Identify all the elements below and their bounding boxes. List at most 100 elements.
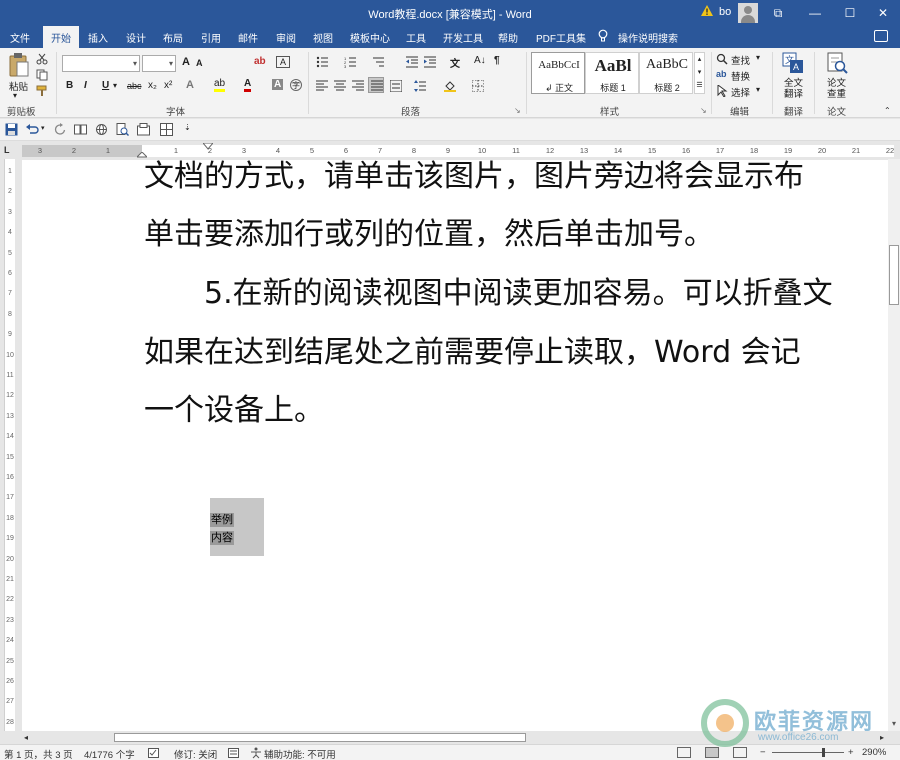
comment-icon[interactable] bbox=[874, 30, 888, 42]
tab-references[interactable]: 引用 bbox=[201, 30, 221, 45]
track-changes-status[interactable]: 修订: 关闭 bbox=[174, 747, 217, 760]
zoom-slider-thumb[interactable] bbox=[822, 748, 825, 757]
multilevel-list-icon[interactable] bbox=[372, 56, 384, 68]
collapse-ribbon-icon[interactable]: ⌃ bbox=[884, 106, 891, 115]
horizontal-scroll-thumb[interactable] bbox=[114, 733, 526, 742]
print-preview-icon[interactable] bbox=[116, 123, 129, 136]
font-size-combo[interactable]: ▾ bbox=[142, 55, 176, 72]
bullets-icon[interactable] bbox=[316, 56, 328, 68]
style-heading-2[interactable]: AaBbC 标题 2 bbox=[639, 52, 693, 94]
italic-button[interactable]: I bbox=[84, 80, 87, 91]
text-box[interactable]: 举例 内容 bbox=[210, 498, 264, 556]
chinese-layout-icon[interactable]: 文 bbox=[450, 55, 460, 70]
close-button[interactable]: ✕ bbox=[868, 0, 898, 26]
zoom-out-button[interactable]: − bbox=[760, 747, 766, 758]
document-line[interactable]: 单击要添加行或列的位置，然后单击加号。 bbox=[144, 217, 714, 253]
document-tools-icon[interactable] bbox=[137, 123, 150, 136]
two-pages-icon[interactable] bbox=[74, 123, 87, 136]
tab-file[interactable]: 文件 bbox=[10, 30, 30, 45]
style-normal[interactable]: AaBbCcI ↲ 正文 bbox=[531, 52, 585, 94]
align-left-icon[interactable] bbox=[316, 80, 328, 92]
document-line[interactable]: 文档的方式，请单击该图片，图片旁边将会显示布 bbox=[144, 160, 804, 195]
tab-mailings[interactable]: 邮件 bbox=[238, 30, 258, 45]
accessibility-status[interactable]: 辅助功能: 不可用 bbox=[264, 747, 336, 760]
format-painter-icon[interactable] bbox=[36, 85, 48, 97]
tab-home[interactable]: 开始 bbox=[43, 26, 79, 48]
document-line[interactable]: 5.在新的阅读视图中阅读更加容易。可以折叠文 bbox=[144, 276, 833, 312]
accessibility-icon[interactable] bbox=[250, 747, 262, 759]
tab-view[interactable]: 视图 bbox=[313, 30, 333, 45]
draw-table-icon[interactable] bbox=[160, 123, 173, 136]
text-box-line[interactable]: 内容 bbox=[210, 531, 234, 545]
vertical-scrollbar[interactable]: ▾ bbox=[888, 159, 900, 731]
tab-pdf-tools[interactable]: PDF工具集 bbox=[536, 30, 586, 45]
tab-insert[interactable]: 插入 bbox=[88, 30, 108, 45]
grow-font-button[interactable]: A bbox=[182, 56, 190, 68]
justify-button[interactable] bbox=[368, 77, 384, 93]
align-center-icon[interactable] bbox=[334, 80, 346, 92]
replace-icon[interactable]: ab bbox=[716, 69, 727, 79]
dialog-launcher-icon[interactable]: ↘ bbox=[700, 106, 707, 115]
styles-gallery-scroll[interactable]: ▴ ▾ ☰ bbox=[694, 52, 705, 94]
input-mode-icon[interactable] bbox=[228, 748, 239, 758]
avatar[interactable] bbox=[738, 3, 758, 23]
paper-check-icon[interactable] bbox=[826, 52, 848, 74]
show-formatting-marks-icon[interactable]: ¶ bbox=[494, 55, 500, 66]
underline-button[interactable]: U bbox=[102, 80, 109, 91]
web-layout-view-icon[interactable] bbox=[733, 747, 747, 758]
find-dropdown-chevron-icon[interactable]: ▾ bbox=[756, 53, 760, 62]
copy-icon[interactable] bbox=[36, 69, 48, 81]
customize-toolbar-chevron-icon[interactable]: ⇣ bbox=[184, 123, 191, 132]
dialog-launcher-icon[interactable]: ↘ bbox=[514, 106, 521, 115]
read-mode-view-icon[interactable] bbox=[677, 747, 691, 758]
proofing-icon[interactable] bbox=[148, 748, 159, 758]
bold-button[interactable]: B bbox=[66, 80, 73, 91]
superscript-button[interactable]: x² bbox=[164, 80, 172, 91]
tab-tools[interactable]: 工具 bbox=[406, 30, 426, 45]
horizontal-ruler[interactable]: L 3 2 1 1 2 3 4 5 6 7 8 9 10 11 12 13 14 15 16 17 18 19 20 21 22 bbox=[0, 142, 900, 159]
tab-help[interactable]: 帮助 bbox=[498, 30, 518, 45]
distributed-icon[interactable] bbox=[390, 80, 402, 92]
increase-indent-icon[interactable] bbox=[424, 56, 436, 68]
character-shading-button[interactable]: A bbox=[272, 79, 284, 90]
font-color-button[interactable]: A bbox=[244, 78, 252, 92]
cut-icon[interactable] bbox=[36, 53, 48, 65]
sort-icon[interactable]: A↓ bbox=[474, 55, 486, 66]
style-heading-1[interactable]: AaBl 标题 1 bbox=[585, 52, 639, 94]
translate-icon[interactable]: 文A bbox=[782, 52, 804, 74]
borders-icon[interactable] bbox=[472, 80, 484, 92]
paste-dropdown-chevron-icon[interactable]: ▾ bbox=[13, 91, 17, 100]
clear-formatting-button[interactable]: ab bbox=[254, 56, 266, 67]
warning-icon[interactable] bbox=[701, 5, 713, 17]
undo-dropdown-chevron-icon[interactable]: ▾ bbox=[41, 124, 45, 132]
web-layout-icon[interactable] bbox=[95, 123, 108, 136]
chevron-down-icon[interactable]: ▾ bbox=[169, 59, 173, 68]
undo-icon[interactable] bbox=[26, 123, 39, 136]
scroll-left-arrow-icon[interactable]: ◂ bbox=[20, 731, 32, 744]
print-layout-view-icon[interactable] bbox=[705, 747, 719, 758]
select-cursor-icon[interactable] bbox=[716, 85, 728, 97]
subscript-button[interactable]: x₂ bbox=[148, 80, 157, 91]
vertical-scroll-thumb[interactable] bbox=[889, 245, 899, 305]
tab-layout[interactable]: 布局 bbox=[163, 30, 183, 45]
document-line[interactable]: 如果在达到结尾处之前需要停止读取，Word 会记 bbox=[144, 335, 801, 371]
align-right-icon[interactable] bbox=[352, 80, 364, 92]
redo-icon[interactable] bbox=[54, 123, 67, 136]
tab-template-center[interactable]: 模板中心 bbox=[350, 30, 390, 45]
paper-check-button[interactable]: 论文 查重 bbox=[827, 78, 846, 100]
maximize-button[interactable]: ☐ bbox=[835, 0, 865, 26]
text-box-line[interactable]: 举例 bbox=[210, 513, 234, 527]
save-icon[interactable] bbox=[5, 123, 18, 136]
select-button[interactable]: 选择 bbox=[731, 85, 750, 99]
text-effects-button[interactable]: A bbox=[186, 79, 194, 91]
font-name-combo[interactable]: ▾ bbox=[62, 55, 140, 72]
zoom-in-button[interactable]: + bbox=[848, 747, 854, 758]
user-name[interactable]: bo bbox=[719, 6, 731, 18]
shrink-font-button[interactable]: A bbox=[196, 58, 203, 68]
ribbon-display-options-button[interactable]: ⧉ bbox=[763, 0, 793, 26]
minimize-button[interactable]: — bbox=[800, 0, 830, 26]
zoom-slider[interactable] bbox=[772, 752, 844, 753]
paste-label[interactable]: 粘贴 bbox=[9, 79, 28, 93]
select-dropdown-chevron-icon[interactable]: ▾ bbox=[756, 85, 760, 94]
decrease-indent-icon[interactable] bbox=[406, 56, 418, 68]
